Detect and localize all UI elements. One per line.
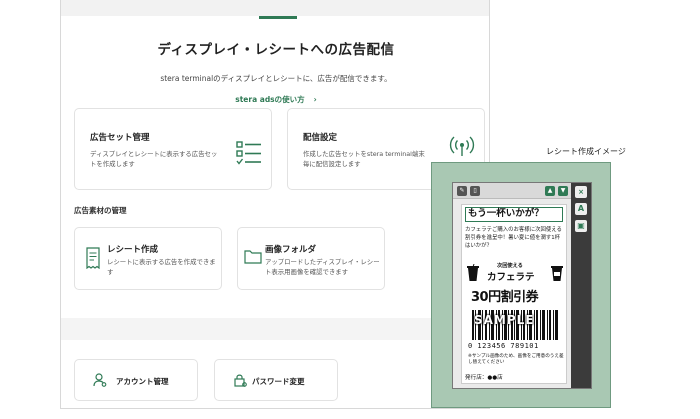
password-change-card[interactable]: パスワード変更 <box>214 359 338 401</box>
guide-link[interactable]: stera adsの使い方 › <box>61 94 489 105</box>
page-title: ディスプレイ・レシートへの広告配信 <box>157 42 395 58</box>
coupon-line-2: カフェラテ <box>487 272 535 283</box>
receipt-icon <box>86 247 100 269</box>
password-card-title: パスワード変更 <box>252 377 305 386</box>
barcode-sample-watermark: SAMPLE <box>474 313 535 327</box>
list-check-icon <box>236 141 261 165</box>
coupon-line-3: 30円割引券 <box>471 290 539 305</box>
adset-management-card[interactable]: 広告セット管理 ディスプレイとレシートに表示する広告セットを作成します <box>74 108 272 190</box>
image-folder-card-description: アップロードしたディスプレイ・レシート表示用画像を確認できます <box>265 258 380 276</box>
barcode-number: 0 123456 789101 <box>468 342 539 350</box>
lock-icon <box>234 374 247 387</box>
guide-link-label[interactable]: stera adsの使い方 <box>235 95 304 104</box>
header-bar <box>61 0 489 16</box>
section-divider <box>61 318 489 340</box>
active-tab-indicator <box>259 16 297 19</box>
trash-icon[interactable]: ▯ <box>470 186 480 196</box>
text-tool-button[interactable]: A <box>575 203 587 215</box>
page-description: stera terminalのディスプレイとレシートに、広告が配信できます。 <box>160 74 392 83</box>
coffee-cup-icon <box>551 266 563 281</box>
receipt-preview-frame: ✎ ▯ ▲ ▼ × A ▣ もう一杯いかが？ カフェラテご購入のお客様に次回使え… <box>431 162 611 408</box>
coffee-cup-icon <box>467 264 479 281</box>
broadcast-icon <box>449 136 475 156</box>
arrow-down-icon[interactable]: ▼ <box>558 186 568 196</box>
folder-icon <box>244 250 262 264</box>
arrow-up-icon[interactable]: ▲ <box>545 186 555 196</box>
issuer-text: 発行店：●●店 <box>465 375 503 381</box>
screen: ディスプレイ・レシートへの広告配信 stera terminalのディスプレイと… <box>0 0 700 419</box>
receipt-card-title: レシート作成 <box>107 245 159 255</box>
coupon-line-1: 次回使える <box>497 263 523 269</box>
receipt-paper: もう一杯いかが？ カフェラテご購入のお客様に次回使える割引券を進呈中！暑い夏に値… <box>461 204 567 384</box>
coupon-image: 次回使える カフェラテ 30円割引券 <box>467 262 563 306</box>
receipt-card-description: レシートに表示する広告を作成できます <box>107 258 216 276</box>
delivery-card-title: 配信設定 <box>303 133 338 143</box>
close-icon[interactable]: × <box>575 186 587 198</box>
materials-section-label: 広告素材の管理 <box>74 206 127 215</box>
account-management-card[interactable]: アカウント管理 <box>74 359 198 401</box>
preview-label: レシート作成イメージ <box>546 147 626 156</box>
adset-card-description: ディスプレイとレシートに表示する広告セットを作成します <box>90 150 218 168</box>
receipt-create-card[interactable]: レシート作成 レシートに表示する広告を作成できます <box>74 227 222 290</box>
adset-card-title: 広告セット管理 <box>90 133 150 143</box>
image-folder-card-title: 画像フォルダ <box>265 245 317 255</box>
editor-side-panel: × A ▣ <box>571 183 591 388</box>
account-card-title: アカウント管理 <box>116 377 169 386</box>
receipt-headline[interactable]: もう一杯いかが？ <box>465 207 563 222</box>
chevron-right-icon: › <box>313 95 317 104</box>
sample-note: ※サンプル画像のため、画像をご用意のうえ差し替えてください <box>468 354 564 365</box>
editor-toolbar: ✎ ▯ ▲ ▼ <box>453 183 571 199</box>
receipt-editor: ✎ ▯ ▲ ▼ × A ▣ もう一杯いかが？ カフェラテご購入のお客様に次回使え… <box>452 182 592 389</box>
user-gear-icon <box>93 373 107 387</box>
image-tool-icon[interactable]: ▣ <box>575 220 587 232</box>
pencil-icon[interactable]: ✎ <box>457 186 467 196</box>
image-folder-card[interactable]: 画像フォルダ アップロードしたディスプレイ・レシート表示用画像を確認できます <box>237 227 385 290</box>
delivery-card-description: 作成した広告セットをstera terminal端末毎に配信設定します <box>303 150 425 168</box>
receipt-body-text: カフェラテご購入のお客様に次回使える割引券を進呈中！暑い夏に値を潤す1杯はいかが… <box>465 227 562 249</box>
main-page: ディスプレイ・レシートへの広告配信 stera terminalのディスプレイと… <box>60 0 490 409</box>
